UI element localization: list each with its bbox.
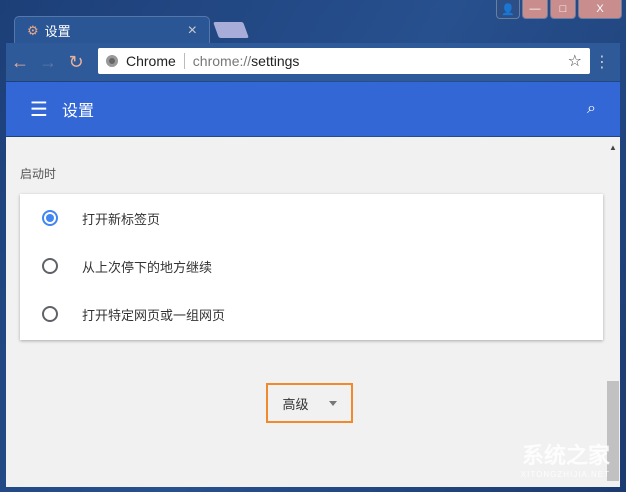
caret-down-icon: [328, 400, 337, 406]
address-bar[interactable]: Chrome chrome://settings ☆: [98, 48, 590, 74]
new-tab-button[interactable]: [213, 22, 249, 38]
profile-icon[interactable]: 👤: [496, 0, 520, 19]
option-label: 打开特定网页或一组网页: [82, 307, 226, 323]
tab-close-icon[interactable]: ×: [188, 22, 197, 40]
search-icon[interactable]: ⌕: [587, 100, 596, 118]
star-icon[interactable]: ☆: [568, 51, 582, 71]
radio-option[interactable]: 打开新标签页: [20, 194, 603, 242]
watermark: 系统之家 XITONGZHIJIA.NET: [520, 443, 610, 479]
close-window-button[interactable]: X: [578, 0, 622, 19]
minimize-button[interactable]: —: [522, 0, 548, 19]
scrollbar[interactable]: ▲: [606, 137, 620, 487]
back-icon[interactable]: ←: [6, 52, 34, 73]
startup-card: 打开新标签页 从上次停下的地方继续 打开特定网页或一组网页: [20, 194, 603, 340]
radio-button[interactable]: [42, 258, 58, 274]
settings-content: 启动时 打开新标签页 从上次停下的地方继续 打开特定网页或一组网页 高级 ▲ 系…: [6, 137, 620, 487]
maximize-button[interactable]: □: [550, 0, 576, 19]
chrome-icon: [106, 55, 118, 67]
option-label: 从上次停下的地方继续: [82, 259, 213, 275]
scroll-up-icon[interactable]: ▲: [606, 143, 620, 152]
url-prefix: chrome://: [192, 53, 252, 69]
radio-button[interactable]: [42, 306, 58, 322]
settings-header: ☰ 设置 ⌕: [6, 82, 620, 136]
divider: [183, 53, 185, 69]
window-controls: 👤 — □ X: [496, 0, 622, 19]
tab-settings[interactable]: ⚙ 设置 ×: [14, 16, 210, 44]
reload-icon[interactable]: ↻: [62, 52, 90, 73]
advanced-label: 高级: [282, 396, 309, 412]
page-title: 设置: [61, 103, 94, 120]
site-label: Chrome: [126, 53, 176, 69]
section-label: 启动时: [20, 167, 57, 181]
advanced-button[interactable]: 高级: [266, 383, 353, 423]
radio-option[interactable]: 从上次停下的地方继续: [20, 242, 603, 290]
option-label: 打开新标签页: [82, 211, 161, 227]
radio-option[interactable]: 打开特定网页或一组网页: [20, 290, 603, 338]
menu-icon[interactable]: ⋮: [594, 52, 610, 72]
gear-icon: ⚙: [27, 22, 39, 38]
forward-icon[interactable]: →: [34, 52, 62, 73]
url-path: settings: [251, 53, 300, 69]
radio-button[interactable]: [42, 210, 58, 226]
toolbar: ← → ↻ Chrome chrome://settings ☆ ⋮: [6, 43, 620, 81]
tab-title: 设置: [44, 24, 71, 39]
hamburger-icon[interactable]: ☰: [30, 97, 48, 122]
